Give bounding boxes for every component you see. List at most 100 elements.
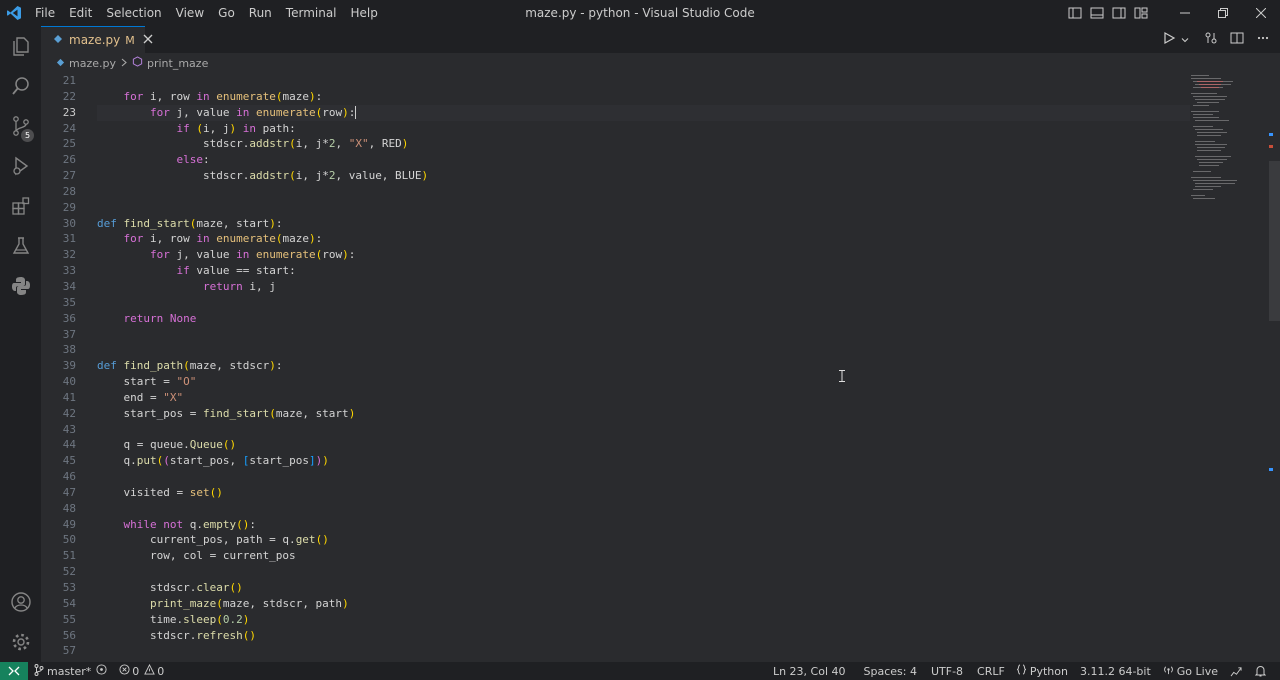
code-line[interactable]: stdscr.clear() — [97, 580, 1190, 596]
close-window-icon[interactable] — [1242, 0, 1280, 26]
code-line[interactable]: while not q.empty(): — [97, 517, 1190, 533]
line-number: 33 — [62, 264, 76, 278]
code-line[interactable]: q = queue.Queue() — [97, 437, 1190, 453]
code-line[interactable]: return None — [97, 311, 1190, 327]
code-line[interactable]: visited = set() — [97, 485, 1190, 501]
menu-selection[interactable]: Selection — [99, 0, 168, 26]
run-dropdown-chevron-down-icon[interactable] — [1180, 30, 1190, 49]
overview-ruler-marker — [1269, 468, 1273, 471]
breadcrumb-symbol[interactable]: print_maze — [147, 57, 208, 70]
go-live-button[interactable]: Go Live — [1157, 662, 1224, 680]
python-interpreter[interactable]: 3.11.2 64-bit — [1074, 662, 1157, 680]
code-line[interactable]: for j, value in enumerate(row): — [97, 104, 1190, 121]
tab-filename: maze.py — [69, 33, 121, 47]
branch-status[interactable]: master* — [28, 662, 113, 680]
problems-status[interactable]: 0 0 — [113, 662, 170, 680]
code-line[interactable]: stdscr.addstr(i, j*2, value, BLUE) — [97, 168, 1190, 184]
menu-help[interactable]: Help — [344, 0, 385, 26]
line-number: 41 — [62, 390, 76, 404]
code-line[interactable]: stdscr.refresh() — [97, 628, 1190, 644]
sync-icon[interactable] — [96, 664, 107, 678]
line-number: 45 — [62, 454, 76, 468]
menu-edit[interactable]: Edit — [62, 0, 99, 26]
code-line[interactable] — [97, 501, 1190, 517]
minimap[interactable] — [1189, 73, 1259, 213]
title-bar: File Edit Selection View Go Run Terminal… — [0, 0, 1280, 26]
manage-gear-icon[interactable] — [0, 622, 41, 662]
customize-layout-icon[interactable] — [1130, 0, 1152, 26]
code-line[interactable]: end = "X" — [97, 390, 1190, 406]
code-line[interactable]: if (i, j) in path: — [97, 121, 1190, 137]
language-mode[interactable]: Python — [1011, 662, 1074, 680]
code-content[interactable]: for i, row in enumerate(maze): for j, va… — [97, 73, 1190, 659]
tab-maze-py[interactable]: maze.py M — [41, 26, 153, 53]
code-line[interactable]: stdscr.addstr(i, j*2, "X", RED) — [97, 136, 1190, 152]
indentation[interactable]: Spaces: 4 — [858, 662, 923, 680]
code-line[interactable]: def find_start(maze, start): — [97, 216, 1190, 232]
code-line[interactable]: else: — [97, 152, 1190, 168]
code-line[interactable]: start = "O" — [97, 374, 1190, 390]
line-number: 30 — [62, 216, 76, 230]
code-line[interactable]: q.put((start_pos, [start_pos])) — [97, 453, 1190, 469]
code-line[interactable]: current_pos, path = q.get() — [97, 532, 1190, 548]
source-control-icon[interactable]: 5 — [0, 106, 41, 146]
code-line[interactable]: start_pos = find_start(maze, start) — [97, 406, 1190, 422]
menu-go[interactable]: Go — [211, 0, 242, 26]
toggle-secondary-sidebar-icon[interactable] — [1108, 0, 1130, 26]
cursor-position[interactable]: Ln 23, Col 40 — [767, 662, 852, 680]
restore-icon[interactable] — [1204, 0, 1242, 26]
end-of-line[interactable]: CRLF — [971, 662, 1011, 680]
code-line[interactable]: row, col = current_pos — [97, 548, 1190, 564]
code-line[interactable]: print_maze(maze, stdscr, path) — [97, 596, 1190, 612]
encoding[interactable]: UTF-8 — [925, 662, 969, 680]
line-number: 22 — [62, 89, 76, 103]
feedback-icon[interactable] — [1224, 662, 1249, 680]
line-number: 29 — [62, 200, 76, 214]
code-line[interactable] — [97, 643, 1190, 659]
close-tab-icon[interactable] — [143, 33, 153, 47]
code-line[interactable]: for i, row in enumerate(maze): — [97, 231, 1190, 247]
code-line[interactable] — [97, 469, 1190, 485]
code-line[interactable] — [97, 200, 1190, 216]
code-line[interactable]: if value == start: — [97, 263, 1190, 279]
code-line[interactable] — [97, 342, 1190, 358]
line-number: 50 — [62, 533, 76, 547]
line-number: 42 — [62, 406, 76, 420]
accounts-icon[interactable] — [0, 582, 41, 622]
menu-run[interactable]: Run — [242, 0, 279, 26]
code-line[interactable] — [97, 73, 1190, 89]
menu-view[interactable]: View — [169, 0, 211, 26]
run-python-file-icon[interactable] — [1162, 30, 1176, 49]
python-icon[interactable] — [0, 266, 41, 306]
toggle-panel-icon[interactable] — [1086, 0, 1108, 26]
notifications-bell-icon[interactable] — [1249, 662, 1272, 680]
menu-file[interactable]: File — [28, 0, 62, 26]
extensions-icon[interactable] — [0, 186, 41, 226]
testing-icon[interactable] — [0, 226, 41, 266]
minimize-icon[interactable] — [1166, 0, 1204, 26]
open-changes-icon[interactable] — [1204, 30, 1218, 49]
menu-terminal[interactable]: Terminal — [279, 0, 344, 26]
more-actions-icon[interactable] — [1256, 30, 1270, 49]
line-number: 47 — [62, 485, 76, 499]
toggle-primary-sidebar-icon[interactable] — [1064, 0, 1086, 26]
explorer-icon[interactable] — [0, 26, 41, 66]
remote-window-icon[interactable] — [0, 662, 28, 680]
code-line[interactable] — [97, 422, 1190, 438]
editor-area[interactable]: 21 22 23 24 25 26 27 28 29 30 31 32 33 34 35 36 37 38 39 40… — [41, 73, 1280, 662]
broadcast-icon — [1163, 664, 1174, 678]
code-line[interactable]: return i, j — [97, 279, 1190, 295]
run-debug-icon[interactable] — [0, 146, 41, 186]
breadcrumb-file[interactable]: maze.py — [69, 57, 116, 70]
code-line[interactable]: def find_path(maze, stdscr): — [97, 358, 1190, 374]
code-line[interactable]: for j, value in enumerate(row): — [97, 247, 1190, 263]
code-line[interactable] — [97, 295, 1190, 311]
editor-vertical-scrollbar[interactable] — [1269, 161, 1280, 321]
split-editor-icon[interactable] — [1230, 30, 1244, 49]
code-line[interactable]: time.sleep(0.2) — [97, 612, 1190, 628]
code-line[interactable] — [97, 327, 1190, 343]
search-icon[interactable] — [0, 66, 41, 106]
code-line[interactable]: for i, row in enumerate(maze): — [97, 89, 1190, 105]
code-line[interactable] — [97, 564, 1190, 580]
code-line[interactable] — [97, 184, 1190, 200]
